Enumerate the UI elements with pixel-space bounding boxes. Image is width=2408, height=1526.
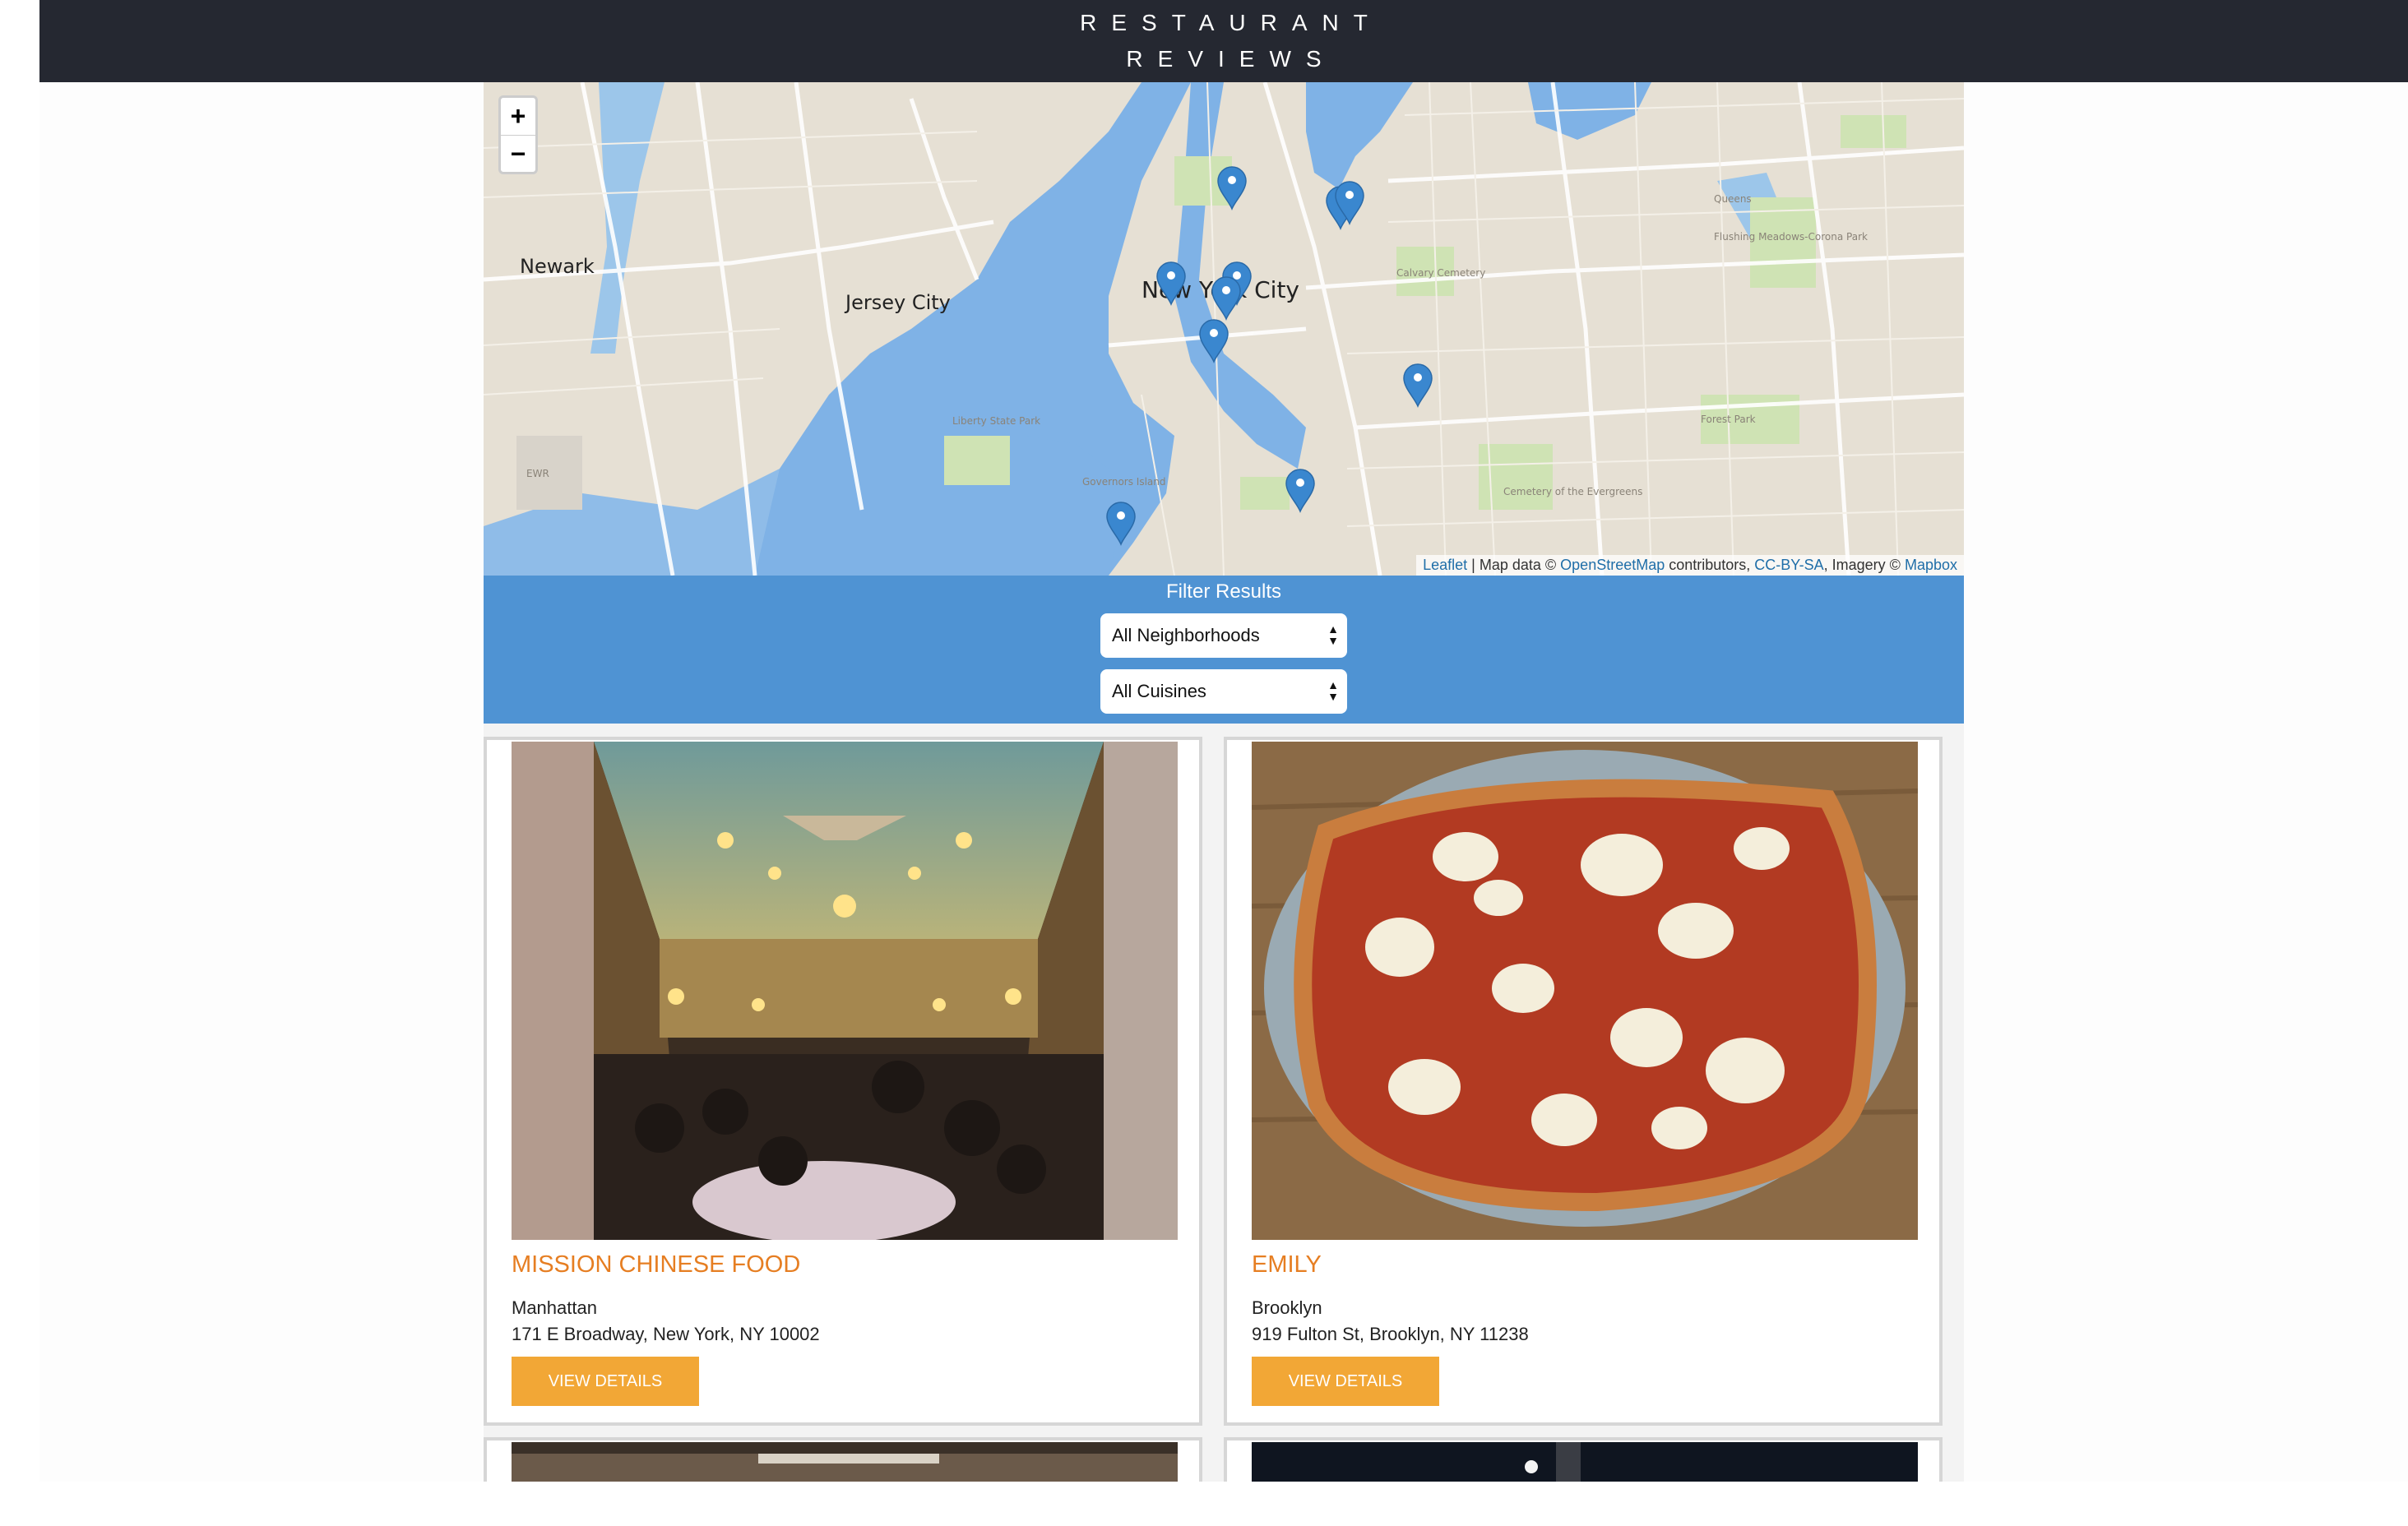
restaurant-address: 919 Fulton St, Brooklyn, NY 11238 [1252, 1324, 1529, 1344]
map-label-calvary: Calvary Cemetery [1396, 267, 1485, 279]
site-header: RESTAURANT REVIEWS [39, 0, 2408, 82]
restaurant-address: 171 E Broadway, New York, NY 10002 [512, 1324, 820, 1344]
map-data-text: | Map data © [1467, 557, 1561, 573]
zoom-control: + − [498, 95, 538, 174]
select-arrows-icon: ▲ ▼ [1327, 622, 1339, 647]
neighborhood-select-value: All Neighborhoods [1112, 625, 1260, 645]
site-title-line-1: RESTAURANT [1080, 10, 1382, 35]
restaurant-map[interactable]: Newark Jersey City New York City Queens … [484, 82, 1964, 576]
restaurant-neighborhood: Manhattan [512, 1297, 597, 1318]
map-attribution: Leaflet | Map data © OpenStreetMap contr… [1416, 555, 1964, 576]
cuisine-select-value: All Cuisines [1112, 681, 1206, 701]
page: RESTAURANT REVIEWS Newark Jersey City Ci… [39, 0, 2408, 1482]
map-label-evergreens: Cemetery of the Evergreens [1503, 486, 1642, 497]
map-label-liberty: Liberty State Park [952, 415, 1040, 427]
main-content: Newark Jersey City New York City Queens … [484, 82, 1964, 1482]
map-label-governors: Governors Island [1082, 476, 1166, 488]
restaurant-card-partial [1224, 1437, 1943, 1482]
restaurant-name: EMILY [1252, 1251, 1322, 1278]
restaurant-card-partial [484, 1437, 1202, 1482]
osm-link[interactable]: OpenStreetMap [1560, 557, 1665, 573]
map-label-ewr: EWR [526, 468, 549, 479]
restaurant-photo [512, 742, 1178, 1240]
zoom-in-button[interactable]: + [501, 98, 535, 136]
restaurant-neighborhood: Brooklyn [1252, 1297, 1322, 1318]
license-link[interactable]: CC-BY-SA [1754, 557, 1823, 573]
map-label-queens: Queens [1714, 193, 1752, 205]
view-details-button[interactable]: VIEW DETAILS [512, 1357, 699, 1406]
restaurant-card: EMILY Brooklyn 919 Fulton St, Brooklyn, … [1224, 737, 1943, 1426]
restaurant-card: MISSION CHINESE FOOD Manhattan 171 E Bro… [484, 737, 1202, 1426]
map-label-jersey-city: Jersey City [844, 291, 951, 314]
filter-title: Filter Results [1165, 580, 1282, 603]
neighborhood-select[interactable]: All Neighborhoods ▲ ▼ [1100, 613, 1347, 658]
site-title-line-2: REVIEWS [1126, 46, 1336, 72]
view-details-button[interactable]: VIEW DETAILS [1252, 1357, 1439, 1406]
select-arrows-icon: ▲ ▼ [1327, 678, 1339, 703]
contributors-text: contributors, [1665, 557, 1755, 573]
map-label-forest-park: Forest Park [1701, 414, 1756, 425]
zoom-out-button[interactable]: − [501, 136, 535, 173]
imagery-text: , Imagery © [1823, 557, 1905, 573]
map-label-newark: Newark [520, 255, 595, 278]
restaurant-photo [1252, 1442, 1918, 1482]
mapbox-link[interactable]: Mapbox [1905, 557, 1957, 573]
restaurant-photo [512, 1442, 1178, 1482]
map-tiles[interactable]: Newark Jersey City New York City Queens … [484, 82, 1964, 576]
map-label-flushing: Flushing Meadows-Corona Park [1714, 231, 1868, 243]
restaurant-name: MISSION CHINESE FOOD [512, 1251, 801, 1278]
cuisine-select[interactable]: All Cuisines ▲ ▼ [1100, 669, 1347, 714]
restaurant-photo [1252, 742, 1918, 1240]
filter-panel: Filter Results All Neighborhoods ▲ ▼ All … [484, 576, 1964, 724]
leaflet-link[interactable]: Leaflet [1423, 557, 1467, 573]
